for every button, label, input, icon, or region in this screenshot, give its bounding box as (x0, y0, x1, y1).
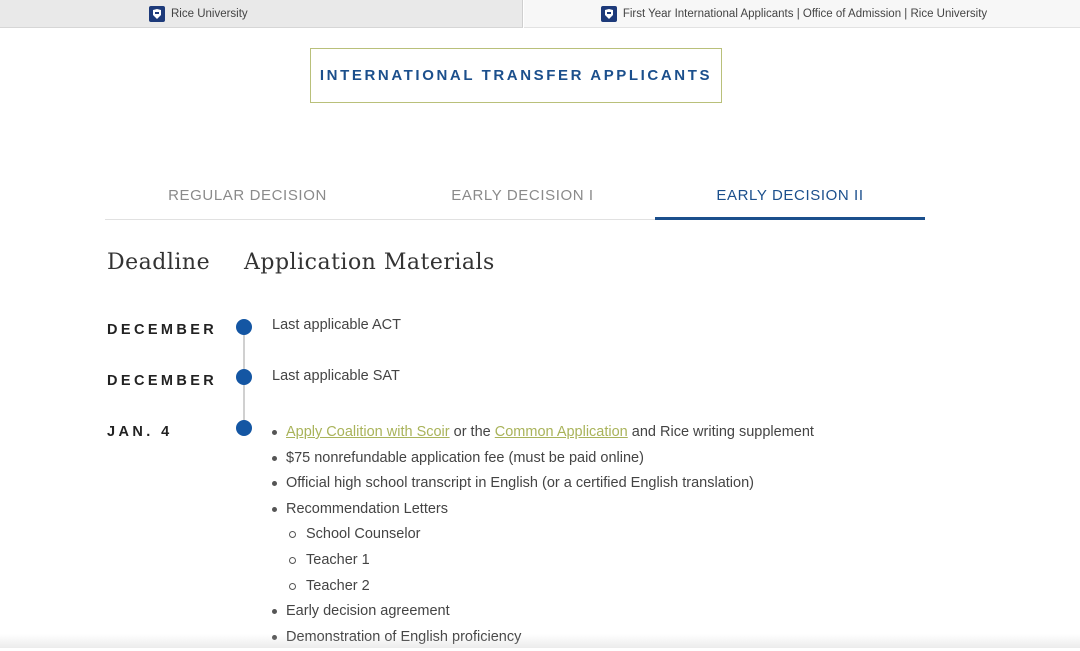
coalition-scoir-link[interactable]: Apply Coalition with Scoir (286, 424, 450, 440)
tab-early-decision-1[interactable]: EARLY DECISION I (390, 172, 655, 218)
timeline-item-text: Last applicable ACT (272, 317, 401, 333)
list-item: $75 nonrefundable application fee (must … (272, 447, 814, 473)
bottom-fade (0, 634, 1080, 648)
decision-tabs: REGULAR DECISION EARLY DECISION I EARLY … (105, 172, 925, 220)
rice-favicon-icon (149, 5, 165, 22)
common-application-link[interactable]: Common Application (495, 424, 628, 440)
sub-list-item: School Counselor (272, 523, 814, 549)
list-item: Official high school transcript in Engli… (272, 472, 814, 498)
list-item-text: and Rice writing supplement (631, 424, 814, 440)
materials-column-header: Application Materials (244, 250, 495, 275)
list-item-text: or the (453, 424, 491, 440)
browser-tab-title: First Year International Applicants | Of… (622, 7, 988, 20)
browser-tab-rice[interactable]: Rice University (0, 0, 523, 28)
sub-list-item: Teacher 1 (272, 549, 814, 575)
timeline-dot (236, 319, 252, 335)
rice-favicon-icon (600, 5, 617, 22)
timeline-item-text: Last applicable SAT (272, 368, 400, 384)
sub-list-item: Teacher 2 (272, 575, 814, 601)
list-item: Apply Coalition with Scoir or the Common… (272, 421, 814, 447)
list-item: Recommendation Letters (272, 498, 814, 524)
tab-regular-decision[interactable]: REGULAR DECISION (105, 172, 390, 218)
deadline-date: JAN. 4 (107, 424, 173, 440)
timeline-dot (236, 369, 252, 385)
browser-tab-active[interactable]: First Year International Applicants | Of… (524, 0, 1080, 28)
browser-tab-bar: Rice University First Year International… (0, 0, 1080, 28)
timeline-dot (236, 420, 252, 436)
section-heading: INTERNATIONAL TRANSFER APPLICANTS (319, 67, 713, 84)
section-heading-box: INTERNATIONAL TRANSFER APPLICANTS (310, 48, 722, 103)
materials-list: Apply Coalition with Scoir or the Common… (272, 421, 814, 651)
deadline-date: DECEMBER (107, 373, 218, 389)
deadline-column-header: Deadline (107, 250, 211, 275)
list-item: Early decision agreement (272, 600, 814, 626)
deadline-date: DECEMBER (107, 322, 218, 338)
tab-early-decision-2[interactable]: EARLY DECISION II (655, 172, 925, 220)
browser-tab-title: Rice University (171, 7, 248, 20)
